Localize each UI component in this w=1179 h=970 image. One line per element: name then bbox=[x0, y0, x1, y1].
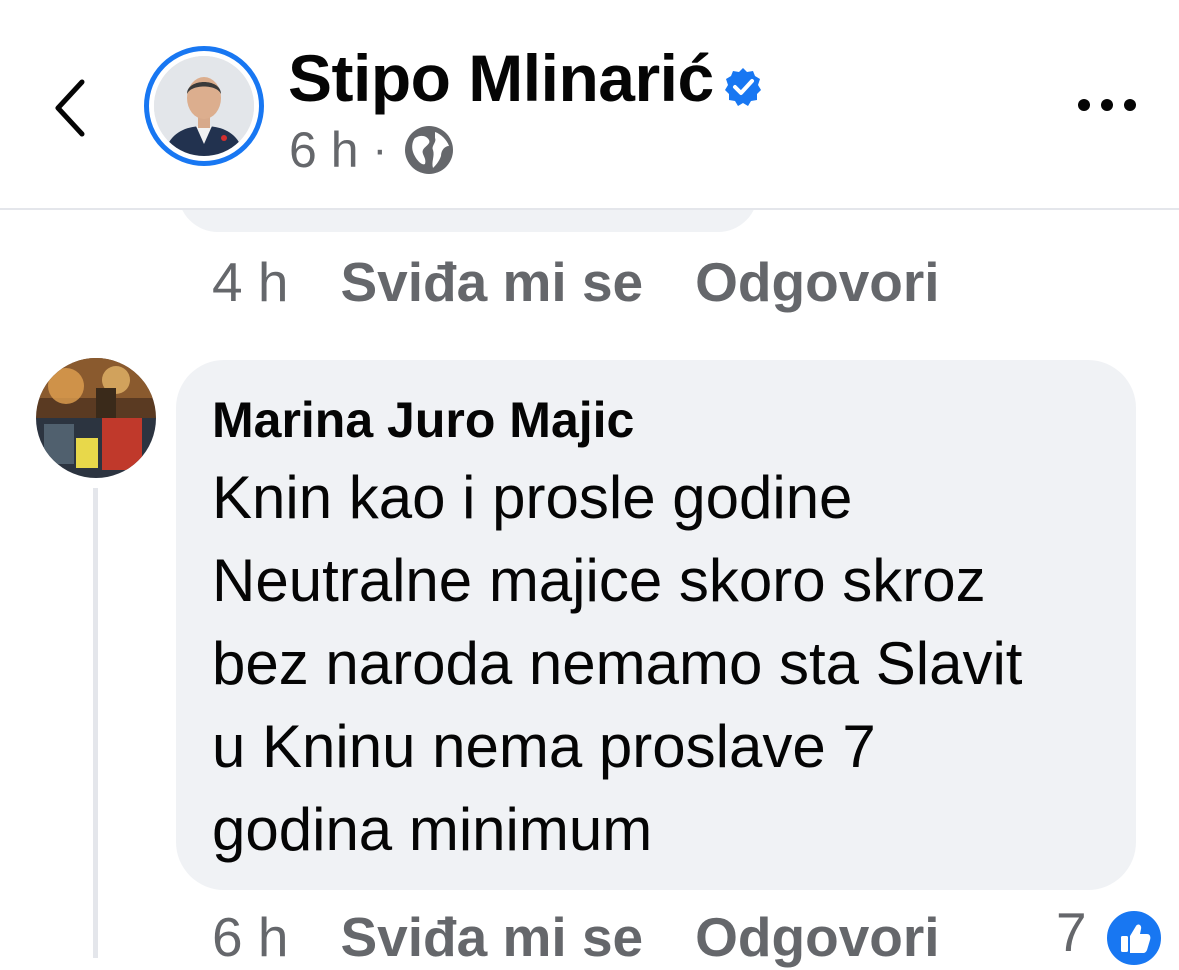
comment-line: Neutralne majice skoro skroz bbox=[212, 547, 986, 614]
comment-line: Knin kao i prosle godine bbox=[212, 464, 853, 531]
more-options-button[interactable] bbox=[1074, 90, 1140, 120]
page-avatar[interactable] bbox=[144, 46, 264, 166]
previous-comment-time[interactable]: 4 h bbox=[212, 250, 288, 314]
previous-comment-actions: 4 h Sviđa mi se Odgovori bbox=[212, 250, 992, 314]
reaction-count[interactable]: 7 bbox=[1056, 900, 1087, 964]
like-button[interactable]: Sviđa mi se bbox=[340, 250, 643, 314]
like-button[interactable]: Sviđa mi se bbox=[340, 905, 643, 969]
page-avatar-image bbox=[154, 56, 254, 156]
comment-line: bez naroda nemamo sta Slavit bbox=[212, 630, 1023, 697]
back-button[interactable] bbox=[44, 70, 104, 146]
page-name[interactable]: Stipo Mlinarić bbox=[288, 38, 714, 118]
post-time[interactable]: 6 h bbox=[289, 121, 359, 179]
comment-author[interactable]: Marina Juro Majic bbox=[212, 390, 1100, 450]
post-meta: 6 h · bbox=[289, 120, 457, 180]
thread-line bbox=[93, 488, 98, 958]
comment-time[interactable]: 6 h bbox=[212, 905, 288, 969]
reaction-badge[interactable] bbox=[1104, 908, 1164, 968]
comment-line: u Kninu nema proslave 7 bbox=[212, 713, 876, 780]
reply-button[interactable]: Odgovori bbox=[695, 905, 939, 969]
comment-bubble[interactable]: Marina Juro Majic Knin kao i prosle godi… bbox=[176, 360, 1136, 890]
commenter-avatar[interactable] bbox=[36, 358, 156, 478]
post-header: Stipo Mlinarić 6 h · bbox=[0, 0, 1179, 210]
meta-separator: · bbox=[372, 125, 388, 174]
verified-badge-icon bbox=[725, 68, 761, 106]
comment-text: Knin kao i prosle godine Neutralne majic… bbox=[212, 456, 1100, 871]
chevron-left-icon bbox=[55, 79, 85, 137]
comment-actions: 6 h Sviđa mi se Odgovori bbox=[212, 905, 992, 969]
more-horizontal-icon bbox=[1078, 99, 1136, 111]
comment-line: godina minimum bbox=[212, 796, 653, 863]
globe-icon bbox=[405, 126, 454, 174]
reply-button[interactable]: Odgovori bbox=[695, 250, 939, 314]
like-icon bbox=[1121, 924, 1151, 953]
